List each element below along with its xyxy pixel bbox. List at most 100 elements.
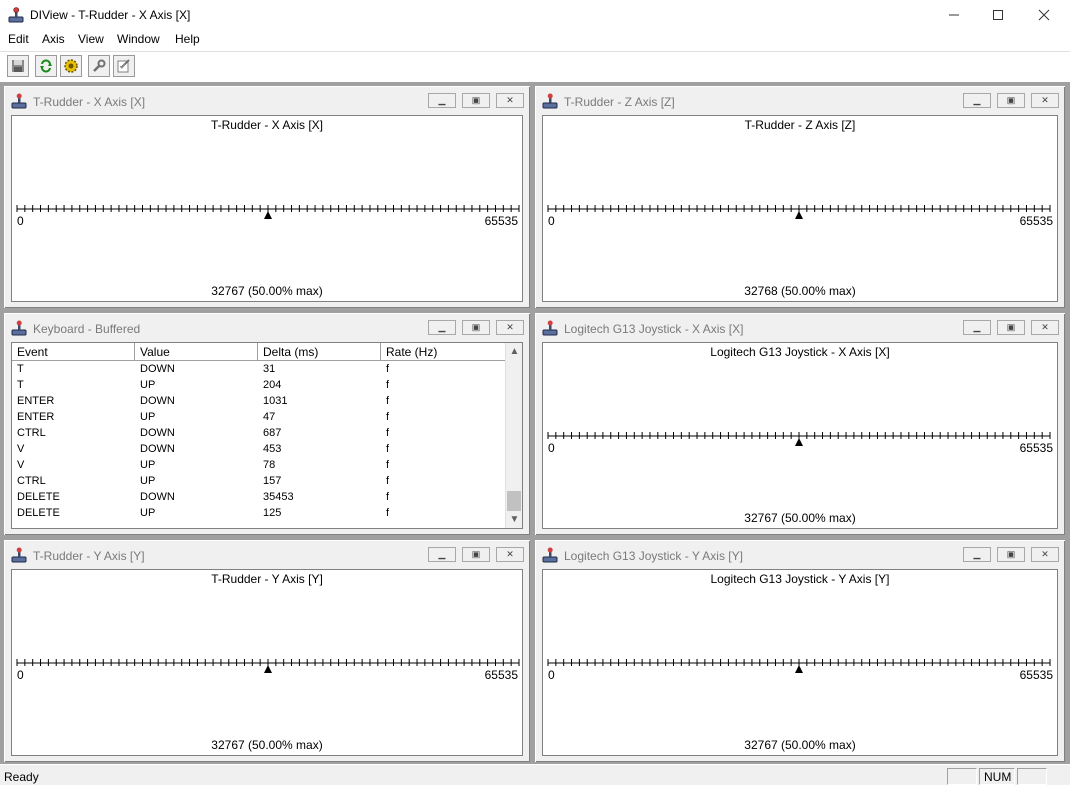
app-joystick-icon	[8, 7, 24, 23]
child-minimize-button[interactable]: ▁	[428, 320, 456, 335]
properties-wrench-icon	[93, 59, 106, 72]
child-titlebar[interactable]: Logitech G13 Joystick - X Axis [X] ▁ ▣ ✕	[539, 317, 1061, 339]
axis-window-t-rudder-z[interactable]: T-Rudder - Z Axis [Z] ▁ ▣ ✕ T-Rudder - Z…	[534, 85, 1066, 309]
edit-properties-button[interactable]	[113, 55, 135, 77]
minimize-button[interactable]	[931, 0, 977, 30]
child-restore-button[interactable]: ▣	[997, 320, 1025, 335]
child-close-button[interactable]: ✕	[496, 93, 524, 108]
close-icon: ✕	[506, 95, 514, 105]
cell-value: UP	[140, 459, 156, 471]
minimize-icon: ▁	[973, 322, 981, 332]
cell-event: DELETE	[17, 491, 60, 503]
axis-position-marker-icon	[794, 665, 803, 673]
child-caption: Logitech G13 Joystick - X Axis [X]	[564, 322, 744, 336]
child-joystick-icon	[11, 93, 27, 109]
menu-axis[interactable]: Axis	[42, 32, 65, 46]
menu-help[interactable]: Help	[175, 32, 200, 46]
menu-view[interactable]: View	[78, 32, 104, 46]
axis-window-t-rudder-x[interactable]: T-Rudder - X Axis [X] ▁ ▣ ✕ T-Rudder - X…	[3, 85, 531, 309]
cell-delta: 35453	[263, 491, 294, 503]
child-caption: Keyboard - Buffered	[33, 322, 141, 336]
list-item[interactable]: T DOWN 31 f	[12, 362, 506, 378]
child-titlebar[interactable]: T-Rudder - Z Axis [Z] ▁ ▣ ✕	[539, 90, 1061, 112]
column-header-delta[interactable]: Delta (ms)	[258, 343, 381, 361]
axis-title: T-Rudder - X Axis [X]	[210, 118, 324, 132]
scroll-thumb[interactable]	[507, 491, 521, 511]
column-header-rate[interactable]: Rate (Hz)	[381, 343, 506, 361]
cell-rate: f	[386, 491, 390, 503]
child-minimize-button[interactable]: ▁	[963, 547, 991, 562]
child-restore-button[interactable]: ▣	[462, 547, 490, 562]
list-item[interactable]: DELETE UP 125 f	[12, 506, 506, 522]
child-restore-button[interactable]: ▣	[462, 320, 490, 335]
child-titlebar[interactable]: T-Rudder - Y Axis [Y] ▁ ▣ ✕	[8, 544, 526, 566]
cell-event: CTRL	[17, 427, 46, 439]
close-button[interactable]	[1021, 0, 1067, 30]
properties-button[interactable]	[88, 55, 110, 77]
child-titlebar[interactable]: T-Rudder - X Axis [X] ▁ ▣ ✕	[8, 90, 526, 112]
child-close-button[interactable]: ✕	[1031, 547, 1059, 562]
minimize-icon: ▁	[438, 549, 446, 559]
axis-window-t-rudder-y[interactable]: T-Rudder - Y Axis [Y] ▁ ▣ ✕ T-Rudder - Y…	[3, 539, 531, 763]
axis-title: T-Rudder - Z Axis [Z]	[744, 118, 856, 132]
column-header-value[interactable]: Value	[135, 343, 258, 361]
list-item[interactable]: ENTER UP 47 f	[12, 410, 506, 426]
child-minimize-button[interactable]: ▁	[428, 547, 456, 562]
list-item[interactable]: DELETE DOWN 35453 f	[12, 490, 506, 506]
scroll-up-arrow-icon[interactable]: ▲	[506, 343, 522, 360]
child-caption: T-Rudder - X Axis [X]	[33, 95, 146, 109]
child-close-button[interactable]: ✕	[1031, 93, 1059, 108]
child-minimize-button[interactable]: ▁	[963, 320, 991, 335]
child-joystick-icon	[11, 320, 27, 336]
settings-gear-icon	[64, 59, 78, 73]
cell-event: ENTER	[17, 411, 55, 423]
list-body: T DOWN 31 f T UP 204 f ENTER DOWN 1031 f ENTER UP 47 f C…	[12, 362, 506, 522]
child-close-button[interactable]: ✕	[1031, 320, 1059, 335]
child-restore-button[interactable]: ▣	[997, 93, 1025, 108]
axis-min-label: 0	[17, 214, 24, 228]
list-item[interactable]: ENTER DOWN 1031 f	[12, 394, 506, 410]
save-button[interactable]	[7, 55, 29, 77]
child-close-button[interactable]: ✕	[496, 547, 524, 562]
list-item[interactable]: CTRL UP 157 f	[12, 474, 506, 490]
column-header-event[interactable]: Event	[12, 343, 135, 361]
axis-scale	[16, 659, 520, 673]
child-caption: T-Rudder - Z Axis [Z]	[564, 95, 675, 109]
child-joystick-icon	[11, 547, 27, 563]
axis-position-marker-icon	[263, 665, 272, 673]
axis-window-logitech-x[interactable]: Logitech G13 Joystick - X Axis [X] ▁ ▣ ✕…	[534, 312, 1066, 536]
maximize-button[interactable]	[975, 0, 1021, 30]
vertical-scrollbar[interactable]: ▲ ▼	[505, 343, 522, 528]
cell-event: T	[17, 363, 24, 375]
child-titlebar[interactable]: Keyboard - Buffered ▁ ▣ ✕	[8, 317, 526, 339]
minimize-icon: ▁	[438, 322, 446, 332]
close-icon: ✕	[506, 549, 514, 559]
child-restore-button[interactable]: ▣	[997, 547, 1025, 562]
list-item[interactable]: CTRL DOWN 687 f	[12, 426, 506, 442]
cell-delta: 204	[263, 379, 282, 391]
child-minimize-button[interactable]: ▁	[963, 93, 991, 108]
menu-window[interactable]: Window	[117, 32, 160, 46]
keyboard-buffered-window[interactable]: Keyboard - Buffered ▁ ▣ ✕ Event Value De…	[3, 312, 531, 536]
menu-edit[interactable]: Edit	[8, 32, 29, 46]
list-item[interactable]: V DOWN 453 f	[12, 442, 506, 458]
list-item[interactable]: V UP 78 f	[12, 458, 506, 474]
refresh-button[interactable]	[35, 55, 57, 77]
scroll-down-arrow-icon[interactable]: ▼	[506, 511, 522, 528]
axis-client: Logitech G13 Joystick - Y Axis [Y] 0 655…	[542, 569, 1058, 756]
list-item[interactable]: T UP 204 f	[12, 378, 506, 394]
status-panel-num: NUM	[979, 768, 1015, 785]
axis-position-marker-icon	[795, 211, 804, 219]
settings-button[interactable]	[60, 55, 82, 77]
event-list[interactable]: Event Value Delta (ms) Rate (Hz) T DOWN 31…	[11, 342, 523, 529]
restore-icon: ▣	[1006, 95, 1016, 105]
child-close-button[interactable]: ✕	[496, 320, 524, 335]
child-restore-button[interactable]: ▣	[462, 93, 490, 108]
restore-icon: ▣	[471, 549, 481, 559]
child-titlebar[interactable]: Logitech G13 Joystick - Y Axis [Y] ▁ ▣ ✕	[539, 544, 1061, 566]
minimize-icon: ▁	[973, 549, 981, 559]
axis-window-logitech-y[interactable]: Logitech G13 Joystick - Y Axis [Y] ▁ ▣ ✕…	[534, 539, 1066, 763]
cell-value: DOWN	[140, 395, 175, 407]
child-minimize-button[interactable]: ▁	[428, 93, 456, 108]
cell-delta: 47	[263, 411, 276, 423]
